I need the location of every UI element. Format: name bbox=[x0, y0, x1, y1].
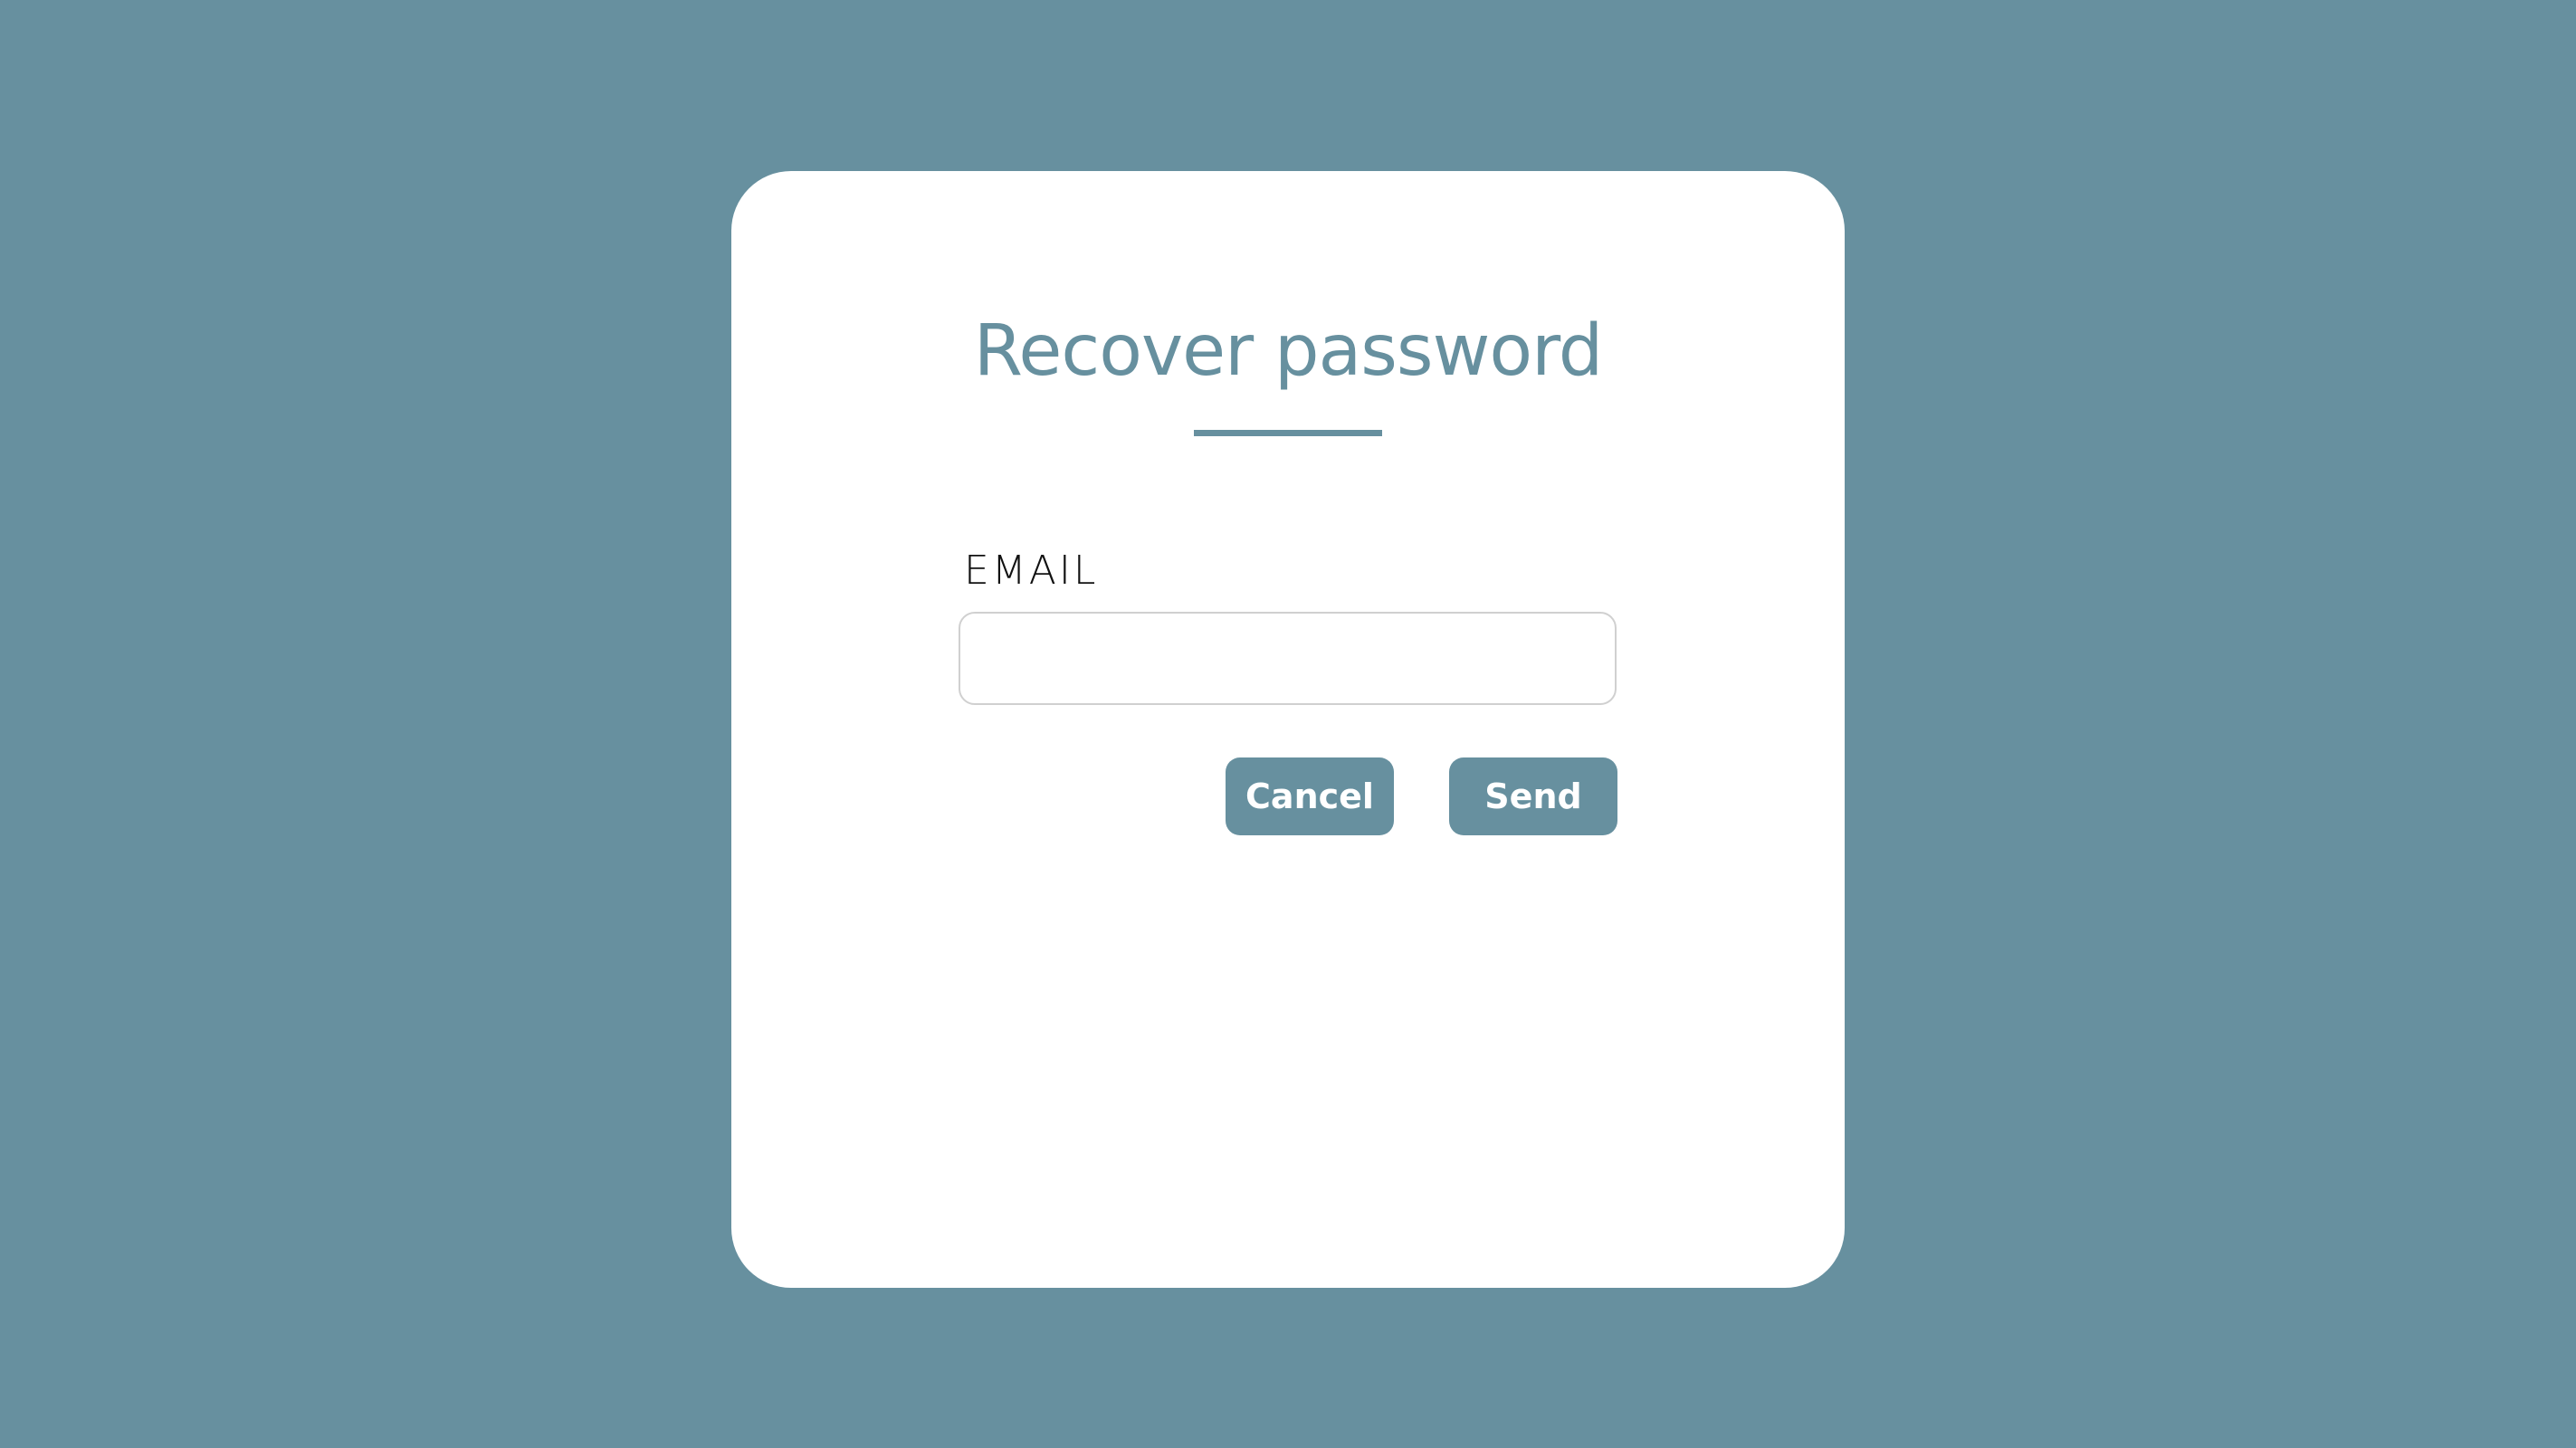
email-field[interactable] bbox=[959, 612, 1617, 705]
cancel-button[interactable]: Cancel bbox=[1226, 757, 1394, 835]
title-underline bbox=[1194, 430, 1382, 436]
page-title: Recover password bbox=[973, 310, 1604, 392]
send-button[interactable]: Send bbox=[1449, 757, 1617, 835]
email-label: EMAIL bbox=[964, 548, 1099, 594]
recover-password-card: Recover password EMAIL Cancel Send bbox=[731, 171, 1845, 1288]
